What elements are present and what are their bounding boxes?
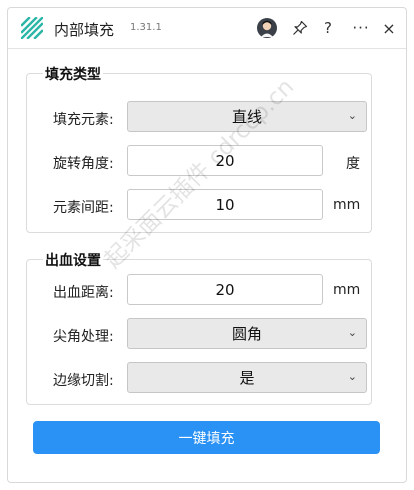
bleed-distance-input[interactable]: 20 <box>127 274 323 305</box>
fill-element-select[interactable]: 直线 ⌄ <box>127 101 367 132</box>
close-icon[interactable]: × <box>380 16 398 40</box>
bleed-distance-label: 出血距离: <box>53 285 114 301</box>
chevron-down-icon: ⌄ <box>347 326 357 339</box>
version-label: 1.31.1 <box>130 22 162 33</box>
corner-handling-select[interactable]: 圆角 ⌄ <box>127 318 367 349</box>
chevron-down-icon: ⌄ <box>347 370 357 383</box>
avatar-icon[interactable] <box>256 16 278 40</box>
logo-icon <box>21 17 43 39</box>
rotation-angle-unit: 度 <box>346 156 360 172</box>
edge-cut-select[interactable]: 是 ⌄ <box>127 362 367 393</box>
element-spacing-input[interactable]: 10 <box>127 189 323 220</box>
help-icon[interactable]: ? <box>320 16 336 40</box>
edge-cut-label: 边缘切割: <box>53 373 114 389</box>
edge-cut-value: 是 <box>239 369 255 387</box>
fill-type-title: 填充类型 <box>43 64 103 84</box>
element-spacing-unit: mm <box>333 197 361 213</box>
rotation-angle-input[interactable]: 20 <box>127 145 323 176</box>
rotation-angle-label: 旋转角度: <box>53 156 114 172</box>
corner-handling-label: 尖角处理: <box>53 329 114 345</box>
pin-icon[interactable] <box>289 16 311 40</box>
bleed-distance-unit: mm <box>333 282 361 298</box>
bleed-title: 出血设置 <box>43 250 103 270</box>
window-title: 内部填充 <box>54 21 115 39</box>
fill-element-value: 直线 <box>231 108 262 126</box>
more-icon[interactable]: ··· <box>351 16 371 40</box>
corner-handling-value: 圆角 <box>231 325 262 343</box>
chevron-down-icon: ⌄ <box>347 109 357 122</box>
title-bar: 内部填充 1.31.1 ? ··· × <box>8 8 406 49</box>
one-click-fill-button[interactable]: 一键填充 <box>33 421 380 454</box>
element-spacing-label: 元素间距: <box>53 200 114 216</box>
fill-element-label: 填充元素: <box>53 112 114 128</box>
